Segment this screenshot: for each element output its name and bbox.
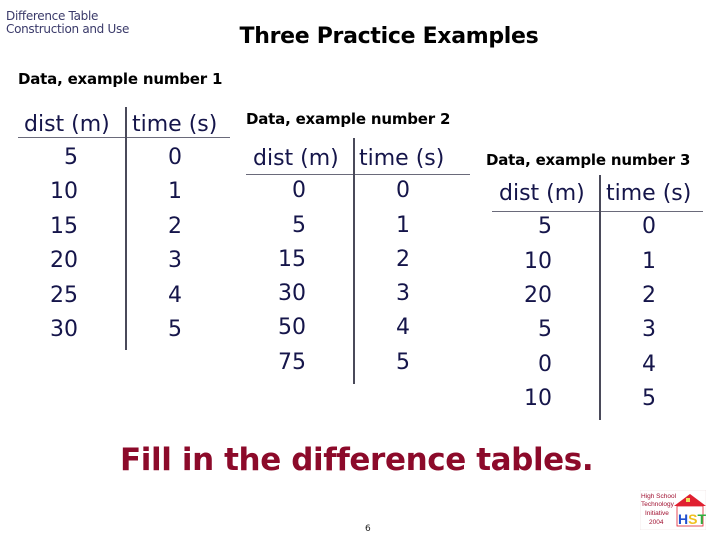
table-cell: 3 <box>168 248 182 273</box>
page-number: 6 <box>365 524 371 534</box>
table-cell: 4 <box>168 283 182 308</box>
page-title: Three Practice Examples <box>239 24 539 49</box>
table-cell: 1 <box>168 179 182 204</box>
table-cell: 15 <box>50 214 78 239</box>
table-cell: 0 <box>168 145 182 170</box>
table-cell: 30 <box>278 281 306 306</box>
table-cell: 25 <box>50 283 78 308</box>
column-divider <box>353 138 355 384</box>
table-cell: 4 <box>396 315 410 340</box>
table-cell: 5 <box>538 214 552 239</box>
logo-letters: HSTi <box>678 511 706 527</box>
table-cell: 75 <box>278 350 306 375</box>
table-cell: 10 <box>50 179 78 204</box>
table-cell: 2 <box>168 214 182 239</box>
table-cell: 3 <box>642 317 656 342</box>
table-cell: 15 <box>278 247 306 272</box>
table-cell: 5 <box>642 386 656 411</box>
table-cell: 10 <box>524 249 552 274</box>
table-cell: 20 <box>524 283 552 308</box>
table-cell: 20 <box>50 248 78 273</box>
instruction-text: Fill in the difference tables. <box>120 442 594 478</box>
header-divider <box>18 137 230 138</box>
table-cell: 1 <box>396 213 410 238</box>
header-divider <box>492 211 703 212</box>
table-cell: 5 <box>292 213 306 238</box>
logo-text-line: High School <box>641 493 677 500</box>
house-window <box>686 498 690 502</box>
column-divider <box>125 107 127 350</box>
table-cell: 0 <box>292 178 306 203</box>
table-cell: 5 <box>168 317 182 342</box>
column-header-dist: dist (m) <box>24 112 110 137</box>
example-1-label: Data, example number 1 <box>18 70 223 88</box>
table-cell: 1 <box>642 249 656 274</box>
logo-text-line: Technology <box>641 501 675 508</box>
table-cell: 3 <box>396 281 410 306</box>
header-divider <box>246 174 470 175</box>
table-cell: 2 <box>642 283 656 308</box>
column-header-time: time (s) <box>132 112 218 137</box>
hsti-logo: High School Technology Initiative 2004 H… <box>639 489 710 531</box>
table-cell: 0 <box>396 178 410 203</box>
column-header-dist: dist (m) <box>253 146 339 171</box>
table-cell: 50 <box>278 315 306 340</box>
table-cell: 30 <box>50 317 78 342</box>
table-cell: 2 <box>396 247 410 272</box>
column-divider <box>599 175 601 420</box>
example-3-label: Data, example number 3 <box>486 151 691 169</box>
table-cell: 5 <box>538 317 552 342</box>
example-2-label: Data, example number 2 <box>246 110 451 128</box>
house-logo-icon: High School Technology Initiative 2004 H… <box>639 489 710 531</box>
table-cell: 10 <box>524 386 552 411</box>
column-header-time: time (s) <box>606 181 692 206</box>
table-cell: 5 <box>64 145 78 170</box>
table-cell: 0 <box>642 214 656 239</box>
column-header-time: time (s) <box>359 146 445 171</box>
table-cell: 0 <box>538 352 552 377</box>
column-header-dist: dist (m) <box>499 181 585 206</box>
table-cell: 4 <box>642 352 656 377</box>
table-cell: 5 <box>396 350 410 375</box>
logo-text-line: Initiative <box>645 510 669 517</box>
logo-text-line: 2004 <box>649 519 664 526</box>
